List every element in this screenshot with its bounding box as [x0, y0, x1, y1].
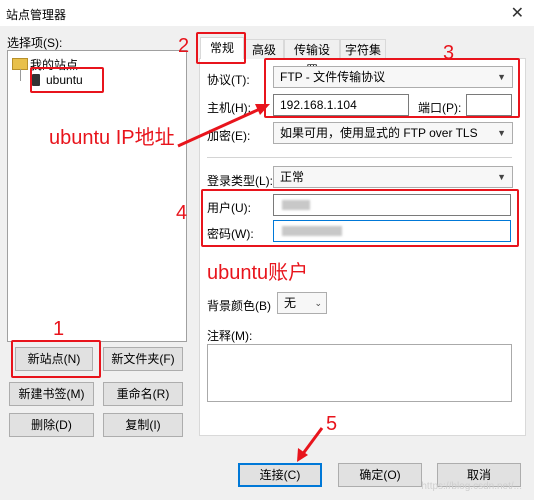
- arrow-line-connect: [300, 427, 324, 456]
- annotation-arrows: [177, 104, 324, 462]
- arrow-line-ip: [177, 106, 263, 148]
- watermark-text: https://blog.csdn.net/...: [421, 481, 522, 492]
